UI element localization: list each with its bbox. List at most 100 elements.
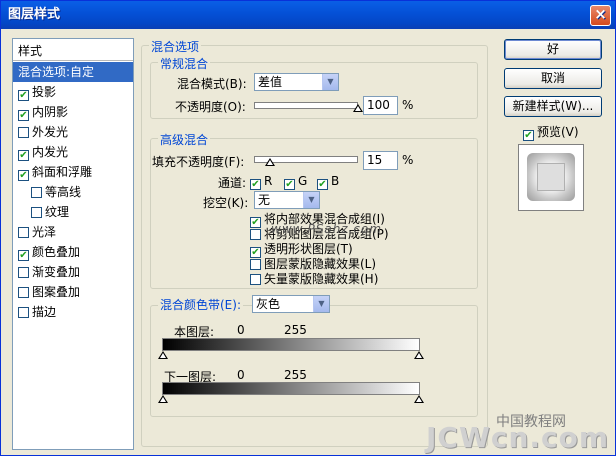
- preview-swatch-inner: [537, 163, 565, 191]
- advanced-option-checkbox[interactable]: 矢量蒙版隐藏效果(H): [250, 270, 378, 287]
- style-item-label: 投影: [32, 85, 57, 99]
- advanced-option-label: 矢量蒙版隐藏效果(H): [264, 272, 379, 286]
- style-item-checkbox[interactable]: ✔: [18, 90, 29, 101]
- channels-label: 通道:: [218, 176, 247, 190]
- style-item-label: 光泽: [32, 225, 57, 239]
- style-item-label: 图案叠加: [32, 285, 81, 299]
- close-icon: ×: [594, 5, 607, 23]
- style-item[interactable]: 渐变叠加: [13, 262, 133, 282]
- style-item[interactable]: ✔ 颜色叠加: [13, 242, 133, 262]
- style-item-checkbox[interactable]: [18, 227, 29, 238]
- underlying-layer-min: 0: [237, 368, 245, 382]
- this-layer-max: 255: [284, 323, 307, 337]
- cancel-button[interactable]: 取消: [504, 68, 602, 89]
- knockout-dropdown[interactable]: 无 ▼: [254, 191, 320, 209]
- blend-mode-label: 混合模式(B):: [177, 77, 247, 91]
- style-item[interactable]: 光泽: [13, 222, 133, 242]
- preview-checkbox[interactable]: ✔ 预览(V): [523, 123, 579, 141]
- fill-opacity-input[interactable]: 15: [363, 151, 398, 170]
- underlying-layer-black-thumb[interactable]: [158, 395, 168, 403]
- underlying-layer-white-thumb[interactable]: [414, 395, 424, 403]
- channel-b-check[interactable]: ✔: [317, 179, 328, 190]
- general-blending-title: 常规混合: [158, 55, 211, 72]
- opacity-label: 不透明度(O):: [175, 100, 246, 114]
- style-item-label: 等高线: [45, 185, 82, 199]
- chevron-down-icon: ▼: [322, 74, 338, 90]
- style-item-label: 外发光: [32, 125, 69, 139]
- style-item-checkbox[interactable]: ✔: [18, 110, 29, 121]
- knockout-value: 无: [258, 193, 271, 207]
- advanced-option-label: 图层蒙版隐藏效果(L): [264, 257, 377, 271]
- this-layer-gradient: [162, 338, 420, 351]
- blend-options-title: 混合选项: [149, 38, 202, 55]
- blend-mode-dropdown[interactable]: 差值 ▼: [254, 73, 339, 91]
- layer-style-dialog: 图层样式 × 样式 混合选项:自定 ✔ 投影 ✔ 内阴影 外发光 ✔ 内发光 ✔ 斜面和浮雕 等高线…: [0, 0, 616, 456]
- opacity-input[interactable]: 100: [363, 96, 398, 115]
- style-item-label: 混合选项:自定: [18, 65, 95, 79]
- this-layer-black-thumb[interactable]: [158, 351, 168, 359]
- style-item-checkbox[interactable]: [18, 127, 29, 138]
- new-style-button[interactable]: 新建样式(W)...: [504, 96, 602, 117]
- blend-if-label: 混合颜色带(E):: [158, 296, 243, 313]
- opacity-slider-thumb[interactable]: [353, 104, 363, 112]
- style-item[interactable]: ✔ 内发光: [13, 142, 133, 162]
- style-item[interactable]: 混合选项:自定: [13, 62, 133, 82]
- preview-swatch: [518, 144, 584, 211]
- style-item-checkbox[interactable]: [31, 187, 42, 198]
- style-item-checkbox[interactable]: ✔: [18, 150, 29, 161]
- chevron-down-icon: ▼: [313, 296, 329, 312]
- channel-g-check[interactable]: ✔: [284, 179, 295, 190]
- style-item-label: 斜面和浮雕: [32, 165, 93, 179]
- opacity-unit: %: [402, 98, 414, 112]
- style-item-label: 内发光: [32, 145, 69, 159]
- style-item-checkbox[interactable]: ✔: [18, 250, 29, 261]
- blend-mode-value: 差值: [258, 75, 283, 89]
- blend-if-group: [150, 305, 478, 417]
- channel-b-checkbox[interactable]: ✔ B: [317, 174, 339, 190]
- advanced-blending-title: 高级混合: [158, 131, 211, 148]
- style-item[interactable]: 纹理: [13, 202, 133, 222]
- blend-if-dropdown[interactable]: 灰色 ▼: [252, 295, 330, 313]
- advanced-option-check[interactable]: [250, 259, 261, 270]
- styles-list: 样式 混合选项:自定 ✔ 投影 ✔ 内阴影 外发光 ✔ 内发光 ✔ 斜面和浮雕 等高线 纹理 光泽 ✔ 颜色…: [12, 38, 134, 450]
- underlying-layer-gradient: [162, 382, 420, 395]
- blend-if-value: 灰色: [256, 297, 281, 311]
- style-item-checkbox[interactable]: [18, 267, 29, 278]
- advanced-option-label: 透明形状图层(T): [264, 242, 353, 256]
- channel-g-checkbox[interactable]: ✔ G: [284, 174, 307, 190]
- underlying-layer-max: 255: [284, 368, 307, 382]
- style-item-checkbox[interactable]: [31, 207, 42, 218]
- style-item[interactable]: ✔ 斜面和浮雕: [13, 162, 133, 182]
- styles-list-header[interactable]: 样式: [13, 41, 133, 61]
- advanced-option-check[interactable]: [250, 229, 261, 240]
- style-item-checkbox[interactable]: [18, 287, 29, 298]
- this-layer-min: 0: [237, 323, 245, 337]
- knockout-label: 挖空(K):: [203, 196, 249, 210]
- fill-opacity-slider-thumb[interactable]: [264, 158, 275, 166]
- style-item[interactable]: ✔ 投影: [13, 82, 133, 102]
- watermark-site-url: JCWcn.com: [426, 421, 610, 454]
- style-item[interactable]: 图案叠加: [13, 282, 133, 302]
- style-item-checkbox[interactable]: ✔: [18, 170, 29, 181]
- advanced-option-check[interactable]: [250, 274, 261, 285]
- channel-r-checkbox[interactable]: ✔ R: [250, 174, 272, 190]
- fill-opacity-label: 填充不透明度(F):: [152, 155, 245, 169]
- opacity-slider[interactable]: [254, 102, 358, 109]
- this-layer-white-thumb[interactable]: [414, 351, 424, 359]
- style-item-checkbox[interactable]: [18, 307, 29, 318]
- style-item[interactable]: 描边: [13, 302, 133, 322]
- style-item[interactable]: 等高线: [13, 182, 133, 202]
- style-item[interactable]: 外发光: [13, 122, 133, 142]
- window-title: 图层样式: [8, 7, 61, 22]
- fill-opacity-unit: %: [402, 153, 414, 167]
- close-button[interactable]: ×: [590, 5, 611, 26]
- style-item-label: 渐变叠加: [32, 265, 81, 279]
- ok-button[interactable]: 好: [504, 39, 602, 60]
- style-item-label: 纹理: [45, 205, 70, 219]
- title-bar[interactable]: 图层样式 ×: [1, 1, 615, 29]
- preview-check[interactable]: ✔: [523, 130, 534, 141]
- style-item-label: 描边: [32, 305, 57, 319]
- channel-r-check[interactable]: ✔: [250, 179, 261, 190]
- style-item[interactable]: ✔ 内阴影: [13, 102, 133, 122]
- chevron-down-icon: ▼: [303, 192, 319, 208]
